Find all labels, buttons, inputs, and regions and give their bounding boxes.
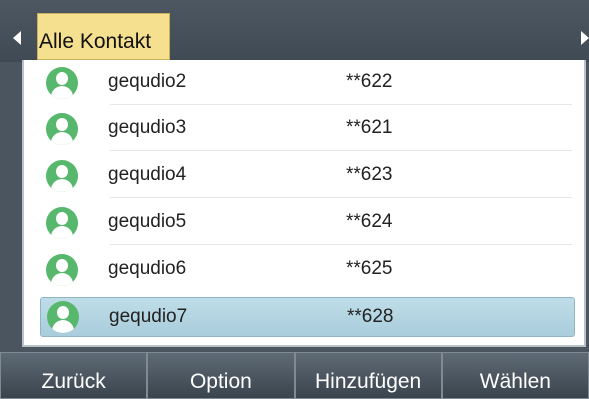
arrow-right-icon[interactable] xyxy=(581,31,589,45)
row-divider xyxy=(110,150,572,151)
tab-all-contacts[interactable]: Alle Kontakt xyxy=(37,13,170,60)
select-button[interactable]: Wählen xyxy=(441,352,589,399)
contact-row[interactable]: gequdio4 **623 xyxy=(24,153,574,199)
contact-number: **628 xyxy=(347,306,394,327)
contact-avatar-icon xyxy=(46,254,78,286)
contact-number: **622 xyxy=(346,71,393,92)
contact-row-selected[interactable]: gequdio7 **628 xyxy=(40,297,575,337)
contact-list: gequdio2 **622 gequdio3 **621 gequdio4 *… xyxy=(22,60,586,347)
contact-row[interactable]: gequdio2 **622 xyxy=(24,60,574,106)
contact-row[interactable]: gequdio6 **625 xyxy=(24,247,574,293)
top-bar: Alle Kontakt xyxy=(0,0,589,62)
row-divider xyxy=(110,104,572,105)
option-button[interactable]: Option xyxy=(147,352,295,399)
contact-name: gequdio6 xyxy=(108,258,187,279)
contact-name: gequdio5 xyxy=(108,211,187,232)
contact-row[interactable]: gequdio5 **624 xyxy=(24,200,574,246)
contact-number: **623 xyxy=(346,164,393,185)
contact-number: **621 xyxy=(346,117,393,138)
contact-avatar-icon xyxy=(46,113,78,145)
row-divider xyxy=(110,197,572,198)
contact-avatar-icon xyxy=(46,160,78,192)
back-button[interactable]: Zurück xyxy=(0,352,148,399)
add-button[interactable]: Hinzufügen xyxy=(294,352,442,399)
contact-name: gequdio7 xyxy=(109,306,188,327)
contact-avatar-icon xyxy=(46,67,78,99)
contact-row[interactable]: gequdio3 **621 xyxy=(24,106,574,152)
contact-name: gequdio2 xyxy=(108,71,187,92)
contact-name: gequdio3 xyxy=(108,117,187,138)
softkey-bar: Zurück Option Hinzufügen Wählen xyxy=(0,352,589,399)
contact-avatar-icon xyxy=(46,207,78,239)
contact-number: **624 xyxy=(346,211,393,232)
contact-number: **625 xyxy=(346,258,393,279)
contact-avatar-icon xyxy=(47,301,79,333)
row-divider xyxy=(110,244,572,245)
arrow-left-icon[interactable] xyxy=(13,31,21,45)
contact-name: gequdio4 xyxy=(108,164,187,185)
